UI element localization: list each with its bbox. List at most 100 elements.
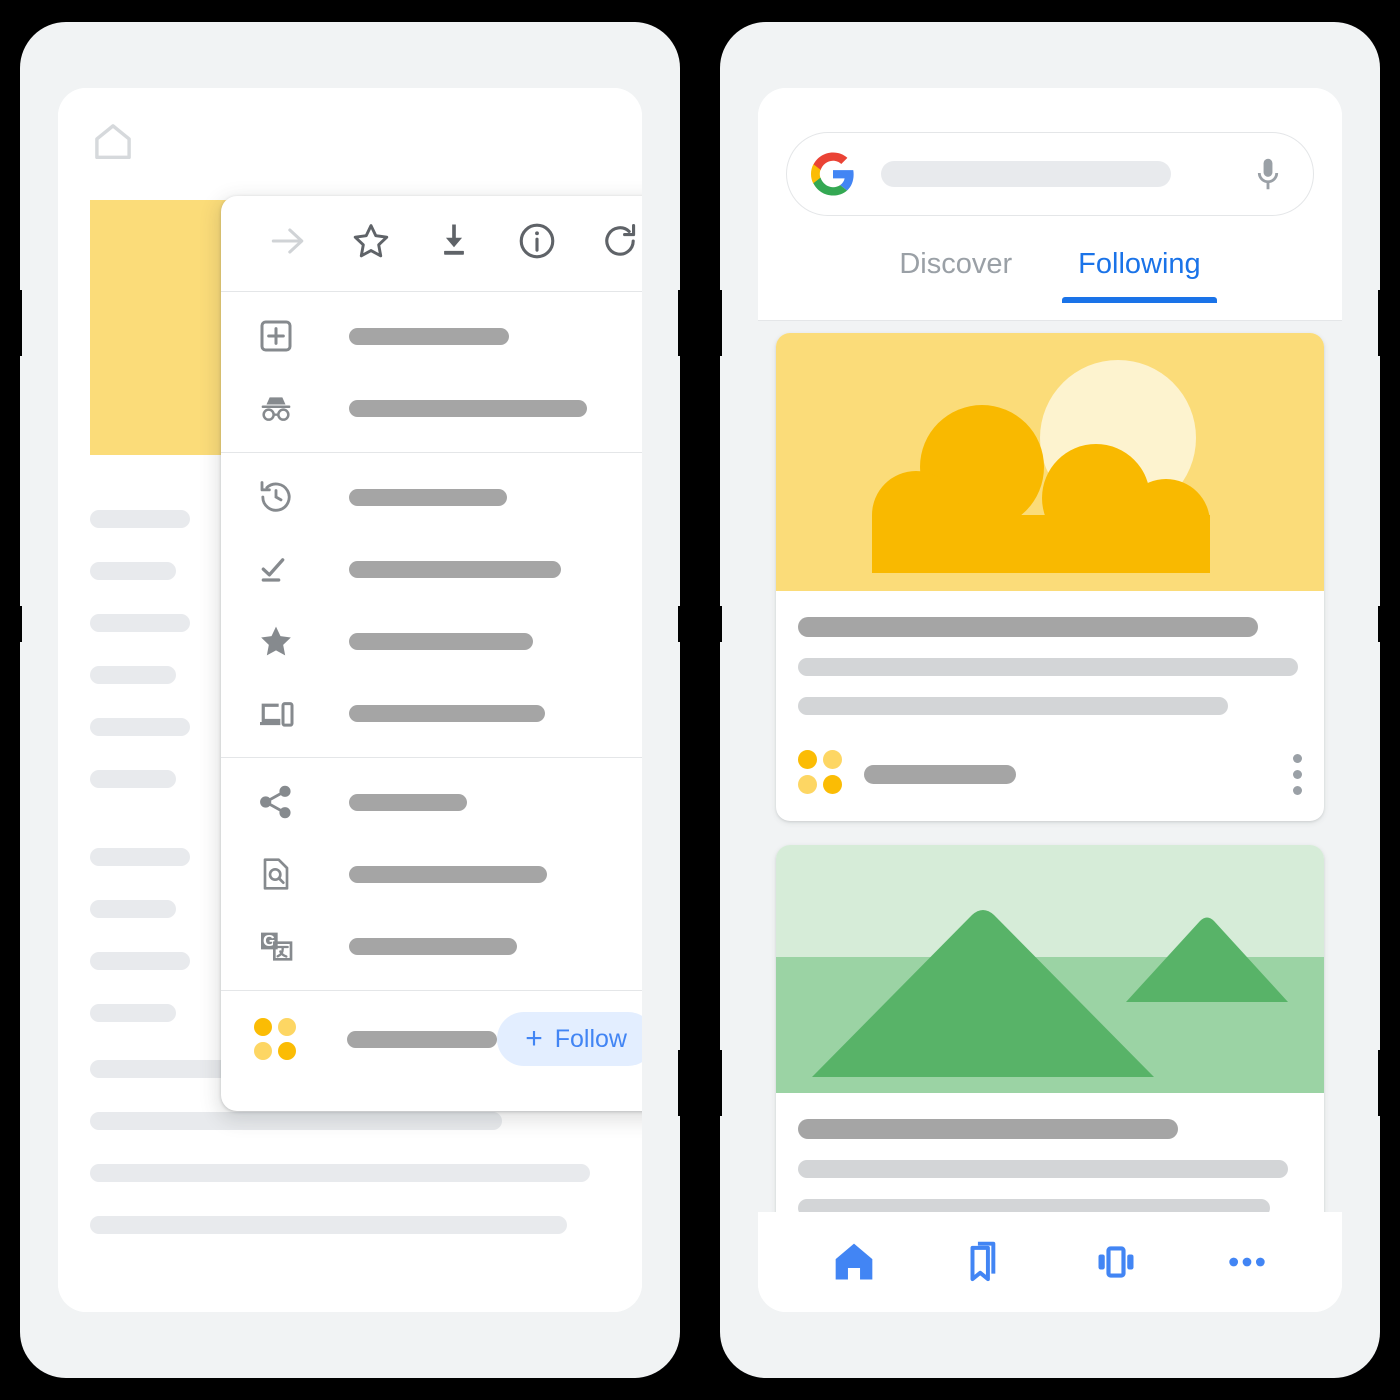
bottom-navigation-bar	[758, 1212, 1342, 1312]
search-input[interactable]	[881, 161, 1171, 187]
find-in-page-icon	[253, 854, 299, 894]
menu-item-bookmarks[interactable]	[221, 605, 642, 677]
feed-card-weather[interactable]	[776, 333, 1324, 821]
follow-button-label: Follow	[554, 1024, 627, 1053]
home-icon[interactable]	[90, 119, 136, 170]
google-news-dots-icon	[253, 1018, 297, 1060]
page-skeleton-line	[90, 562, 176, 580]
card-body-line	[798, 658, 1298, 676]
card-body-line	[798, 1199, 1270, 1212]
menu-item-incognito[interactable]	[221, 372, 642, 444]
page-skeleton-line	[90, 1164, 590, 1182]
page-skeleton-line	[90, 1004, 176, 1022]
star-filled-icon	[253, 621, 299, 661]
menu-group-3: G	[221, 758, 642, 990]
menu-item-label	[349, 399, 587, 417]
tab-discover[interactable]: Discover	[883, 242, 1028, 303]
feed-card-text	[776, 1093, 1324, 1212]
feed-card-source-name	[864, 765, 1016, 784]
right-phone-volume-button[interactable]	[1378, 606, 1400, 642]
right-phone-left-button-bottom[interactable]	[700, 1050, 722, 1116]
menu-follow-row: + Follow	[221, 991, 642, 1087]
phone-left: G + Follow	[0, 22, 700, 1378]
left-phone-right-button-mid[interactable]	[678, 606, 700, 642]
page-skeleton-line	[90, 952, 190, 970]
menu-item-downloads[interactable]	[221, 533, 642, 605]
devices-icon	[253, 693, 299, 733]
menu-item-devices[interactable]	[221, 677, 642, 749]
plus-icon: +	[525, 1022, 543, 1055]
reload-icon[interactable]	[598, 219, 642, 268]
google-news-dots-icon	[798, 750, 842, 799]
info-circle-icon[interactable]	[515, 219, 559, 268]
feed-tabs: Discover Following	[758, 242, 1342, 320]
menu-group-2	[221, 453, 642, 757]
menu-item-share[interactable]	[221, 766, 642, 838]
right-phone-left-button-mid[interactable]	[700, 606, 722, 642]
page-skeleton-line	[90, 900, 176, 918]
page-skeleton-line	[90, 510, 190, 528]
share-icon	[253, 782, 299, 822]
left-phone-right-button-top[interactable]	[678, 290, 700, 356]
menu-item-label	[349, 327, 509, 345]
page-skeleton-line	[90, 848, 190, 866]
page-skeleton-line	[90, 666, 176, 684]
carousel-tabs-icon[interactable]	[1071, 1227, 1161, 1297]
following-feed[interactable]	[758, 321, 1342, 1212]
discover-header: Discover Following	[758, 88, 1342, 321]
follow-button[interactable]: + Follow	[497, 1012, 642, 1066]
kebab-menu-icon[interactable]	[1293, 754, 1302, 795]
page-skeleton-line	[90, 718, 190, 736]
download-icon[interactable]	[432, 219, 476, 268]
right-phone-power-button[interactable]	[1378, 290, 1400, 356]
menu-item-history[interactable]	[221, 461, 642, 533]
menu-item-translate[interactable]: G	[221, 910, 642, 982]
card-headline-line	[798, 1119, 1178, 1139]
card-headline-line	[798, 617, 1258, 637]
star-outline-icon[interactable]	[349, 219, 393, 268]
menu-item-label	[349, 937, 517, 955]
screenshot-canvas: G + Follow Discover Following	[0, 0, 1400, 1400]
phone-right: Discover Following	[700, 22, 1400, 1378]
chrome-overflow-menu[interactable]: G + Follow	[221, 196, 642, 1111]
forward-arrow-icon[interactable]	[266, 219, 310, 268]
tab-following[interactable]: Following	[1062, 242, 1217, 303]
page-skeleton-line	[90, 614, 190, 632]
right-phone-button-bottom[interactable]	[1378, 1050, 1400, 1116]
feed-card-source-row	[776, 736, 1324, 821]
bookmarks-icon[interactable]	[940, 1227, 1030, 1297]
menu-group-1	[221, 292, 642, 452]
mountain-landscape-illustration	[776, 845, 1324, 1093]
browser-toolbar	[58, 88, 642, 200]
card-body-line	[798, 697, 1228, 715]
incognito-icon	[253, 388, 299, 428]
card-body-line	[798, 1160, 1288, 1178]
microphone-icon[interactable]	[1249, 155, 1287, 193]
menu-item-label	[349, 632, 533, 650]
google-g-icon	[811, 152, 855, 196]
follow-source-name	[346, 1030, 498, 1048]
left-phone-volume-up-button[interactable]	[0, 606, 22, 642]
menu-item-label	[349, 865, 547, 883]
menu-item-label	[349, 793, 467, 811]
downloads-check-icon	[253, 549, 299, 589]
history-icon	[253, 477, 299, 517]
search-bar[interactable]	[786, 132, 1314, 216]
left-phone-power-button[interactable]	[0, 290, 22, 356]
feed-card-text	[776, 591, 1324, 715]
feed-card-mountains[interactable]	[776, 845, 1324, 1212]
menu-quick-actions	[221, 196, 642, 291]
left-phone-screen: G + Follow	[58, 88, 642, 1312]
right-phone-left-button-top[interactable]	[700, 290, 722, 356]
left-phone-right-button-bottom[interactable]	[678, 1050, 700, 1116]
menu-item-find-in-page[interactable]	[221, 838, 642, 910]
page-skeleton-line	[90, 1216, 567, 1234]
more-dots-icon[interactable]	[1202, 1227, 1292, 1297]
page-skeleton-line	[90, 770, 176, 788]
home-filled-icon[interactable]	[809, 1227, 899, 1297]
menu-item-label	[349, 704, 545, 722]
new-tab-icon	[253, 316, 299, 356]
menu-item-label	[349, 560, 561, 578]
right-phone-screen: Discover Following	[758, 88, 1342, 1312]
menu-item-new-tab[interactable]	[221, 300, 642, 372]
